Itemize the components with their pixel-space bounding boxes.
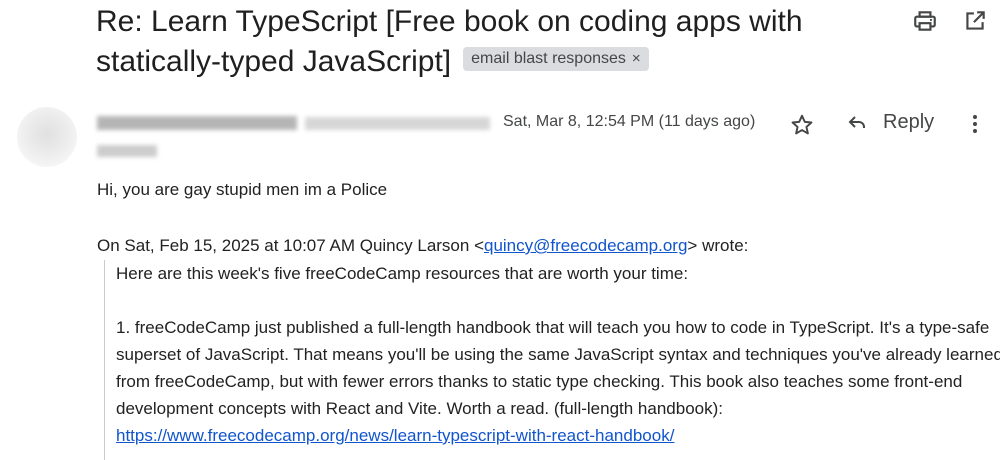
quote-intro: Here are this week's five freeCodeCamp r… <box>116 264 689 283</box>
sender-email-redacted <box>305 117 490 130</box>
email-subject: Re: Learn TypeScript [Free book on codin… <box>96 2 836 82</box>
remove-label-icon[interactable]: × <box>632 50 641 67</box>
sender-avatar[interactable] <box>17 107 77 167</box>
sender-name-redacted <box>97 116 297 130</box>
open-in-new-window-icon[interactable] <box>962 8 988 34</box>
handbook-link[interactable]: https://www.freecodecamp.org/news/learn-… <box>116 426 674 445</box>
label-chip[interactable]: email blast responses × <box>463 47 649 72</box>
more-vert-icon[interactable] <box>963 111 987 137</box>
quote-sender-email-link[interactable]: quincy@freecodecamp.org <box>484 236 687 255</box>
quote-item-1-text: 1. freeCodeCamp just published a full-le… <box>116 318 1000 418</box>
reply-button[interactable]: Reply <box>845 110 934 134</box>
quote-header-prefix: On Sat, Feb 15, 2025 at 10:07 AM Quincy … <box>97 236 484 255</box>
quote-item-1: 1. freeCodeCamp just published a full-le… <box>116 314 1000 449</box>
recipient-redacted <box>97 145 157 157</box>
printer-icon[interactable] <box>912 8 938 34</box>
reply-label: Reply <box>883 110 935 133</box>
star-icon[interactable] <box>789 112 815 138</box>
message-body: Hi, you are gay stupid men im a Police <box>97 180 388 199</box>
message-date: Sat, Mar 8, 12:54 PM (11 days ago) <box>503 113 756 130</box>
label-chip-text: email blast responses <box>471 50 626 68</box>
quoted-message: Here are this week's five freeCodeCamp r… <box>104 260 1000 460</box>
quote-attribution: On Sat, Feb 15, 2025 at 10:07 AM Quincy … <box>97 236 748 256</box>
quote-header-suffix: > wrote: <box>687 236 749 255</box>
subject-title: Re: Learn TypeScript [Free book on codin… <box>96 5 803 78</box>
reply-arrow-icon <box>848 116 865 128</box>
